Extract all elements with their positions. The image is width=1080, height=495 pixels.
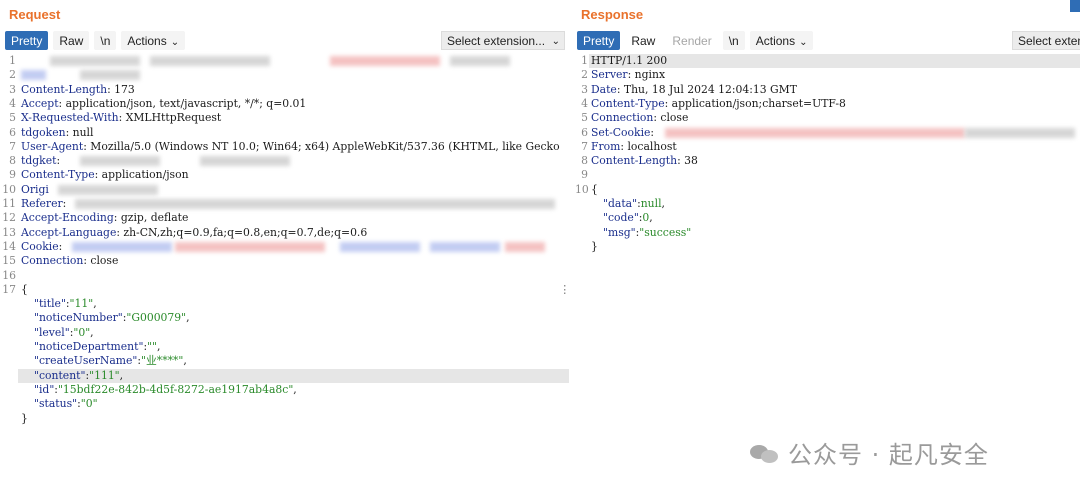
request-body-line: } [21, 411, 28, 425]
chevron-down-icon: ⌄ [170, 37, 180, 48]
request-pretty-tab[interactable]: Pretty [5, 31, 49, 50]
request-line: 14 Cookie: [0, 240, 575, 254]
response-editor[interactable]: HTTP/1.1 200 1 2 Server: nginx 3 Date: Thu… [575, 54, 1080, 495]
response-toolbar: Pretty Raw Render \n Actions ⌄ [577, 31, 818, 50]
response-line: 4 Content-Type: application/json;charset=… [581, 96, 846, 110]
response-body-line: "code":0, [603, 211, 653, 225]
response-actions-menu[interactable]: Actions ⌄ [749, 31, 814, 50]
request-body-line: "createUserName":"业****", [34, 354, 187, 368]
request-line: 11 Referer: [0, 197, 575, 211]
request-select-extension[interactable]: Select extension... ⌄ [441, 31, 565, 50]
request-line: 17{⋮ [2, 282, 570, 297]
request-line: 13 Accept-Language: zh-CN,zh;q=0.9,fa;q=0… [2, 225, 368, 239]
line-number: 1 [581, 54, 588, 67]
response-raw-tab[interactable]: Raw [625, 31, 662, 50]
request-line: 3 Content-Length: 173 [9, 82, 135, 96]
chevron-down-icon: ⌄ [799, 37, 808, 48]
watermark: 公众号 · 起凡安全 [750, 435, 989, 470]
request-title: Request [9, 7, 61, 22]
response-line: 9 [581, 168, 588, 182]
request-body-line: "id":"15bdf22e-842b-4d5f-8272-ae1917ab4a… [34, 382, 297, 396]
chevron-down-icon: ⌄ [551, 36, 560, 47]
request-line: 1 [0, 54, 575, 68]
response-pane: Response Pretty Raw Render \n Actions ⌄ S… [575, 0, 1080, 495]
request-select-extension-label: Select extension... [447, 34, 546, 48]
wechat-icon [750, 441, 780, 465]
request-line: 10 Origi [0, 183, 575, 197]
response-body-line: "data":null, [603, 197, 665, 210]
request-body-line: "noticeDepartment":"", [34, 340, 161, 353]
request-line: 7 User-Agent: Mozilla/5.0 (Windows NT 10.… [9, 139, 560, 153]
response-select-extension[interactable]: Select exten [1012, 31, 1080, 50]
response-newline-toggle[interactable]: \n [722, 31, 745, 50]
request-body-line: "noticeNumber":"G000079", [34, 311, 190, 325]
response-render-tab[interactable]: Render [666, 31, 718, 50]
response-line: 2 Server: nginx [581, 68, 666, 82]
response-line: 7 From: localhost [581, 139, 677, 153]
request-line: 9 Content-Type: application/json [9, 168, 189, 182]
request-line: 6 tdgoken: null [9, 125, 94, 139]
response-line-highlighted: HTTP/1.1 200 [589, 54, 1080, 69]
request-newline-toggle[interactable]: \n [94, 31, 117, 50]
request-line: 5 X-Requested-With: XMLHttpRequest [9, 111, 222, 125]
request-raw-tab[interactable]: Raw [53, 31, 90, 50]
layout-icon[interactable] [1070, 0, 1080, 12]
response-actions-label: Actions [755, 34, 796, 48]
request-pane: Request Pretty Raw \n Actions ⌄ Select ex… [0, 0, 576, 495]
request-body-line: "level":"0", [34, 325, 94, 339]
request-line: 15 Connection: close [2, 254, 119, 268]
response-pretty-tab[interactable]: Pretty [577, 31, 621, 50]
more-options-icon[interactable]: ⋮ [559, 283, 570, 297]
response-line: 8 Content-Length: 38 [581, 154, 698, 168]
watermark-text: 公众号 · 起凡安全 [788, 441, 989, 469]
response-title: Response [581, 7, 644, 22]
response-line: 6 Set-Cookie: [575, 126, 1080, 140]
request-body-line: "status":"0" [34, 397, 98, 411]
request-line: 12 Accept-Encoding: gzip, deflate [2, 211, 189, 225]
response-body-line: } [591, 239, 598, 253]
request-editor[interactable]: 1 2 3 Content-Length: 173 4 Accept: applic… [0, 54, 575, 495]
response-line: 10{ [575, 182, 598, 196]
request-actions-label: Actions [127, 34, 167, 48]
request-line: 2 [0, 68, 575, 82]
response-body-line: "msg":"success" [603, 225, 692, 239]
request-line: 4 Accept: application/json, text/javascri… [9, 96, 307, 110]
request-line: 16 [2, 268, 16, 282]
request-actions-menu[interactable]: Actions ⌄ [121, 31, 186, 50]
request-line: 8 tdgket: [0, 154, 575, 168]
response-line: 5 Connection: close [581, 111, 689, 125]
request-toolbar: Pretty Raw \n Actions ⌄ [5, 31, 190, 50]
request-body-line: "title":"11", [34, 297, 97, 311]
request-body-line-highlighted: "content":"111", [18, 368, 569, 383]
response-line: 3 Date: Thu, 18 Jul 2024 12:04:13 GMT [581, 82, 797, 96]
